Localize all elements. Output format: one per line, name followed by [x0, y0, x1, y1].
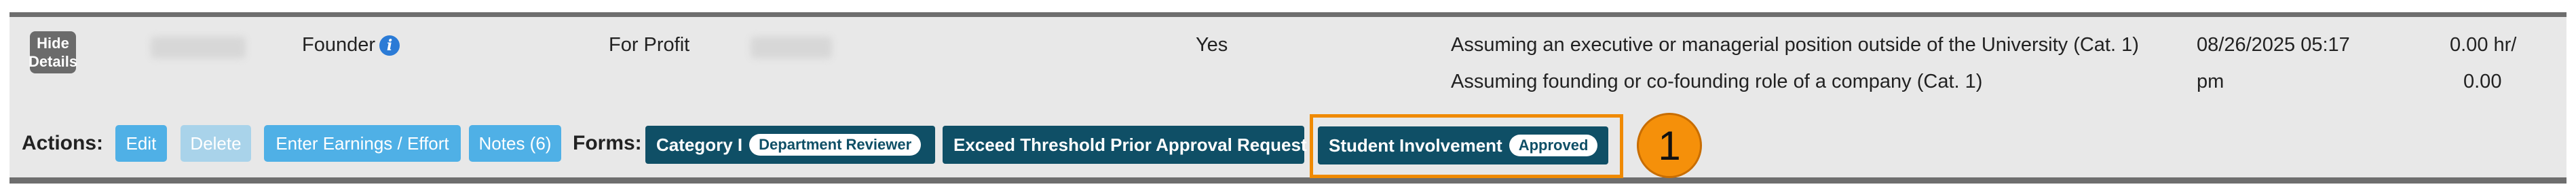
answer-text: Yes [1196, 34, 1228, 56]
edit-button[interactable]: Edit [115, 125, 167, 162]
entity-type-text: For Profit [609, 34, 690, 56]
category-i-label: Category I [656, 134, 743, 155]
redacted-name [151, 37, 246, 58]
notes-button[interactable]: Notes (6) [469, 125, 561, 162]
enter-earnings-effort-button[interactable]: Enter Earnings / Effort [264, 125, 461, 162]
category-i-form-button[interactable]: Category I Department Reviewer [645, 126, 935, 164]
hours-line-2: 0.00 [2463, 71, 2502, 92]
info-icon[interactable]: i [379, 35, 400, 56]
activity-line-1: Assuming an executive or managerial posi… [1451, 34, 2139, 56]
role-cell: Founder i [302, 34, 400, 56]
delete-button[interactable]: Delete [181, 125, 251, 162]
role-text: Founder [302, 34, 376, 56]
department-reviewer-badge: Department Reviewer [749, 134, 922, 156]
date-suffix-text: pm [2197, 71, 2224, 92]
hide-details-button[interactable]: Hide Details [29, 31, 77, 73]
callout-marker: 1 [1637, 113, 1702, 178]
redacted-entity [751, 37, 832, 58]
actions-label: Actions: [22, 132, 103, 154]
highlight-box [1310, 114, 1623, 178]
date-text: 08/26/2025 05:17 [2197, 34, 2350, 56]
forms-label: Forms: [573, 132, 642, 154]
activity-line-2: Assuming founding or co-founding role of… [1451, 71, 1983, 92]
hours-line-1: 0.00 hr/ [2450, 34, 2517, 56]
exceed-threshold-form-button[interactable]: Exceed Threshold Prior Approval Request [943, 126, 1307, 164]
